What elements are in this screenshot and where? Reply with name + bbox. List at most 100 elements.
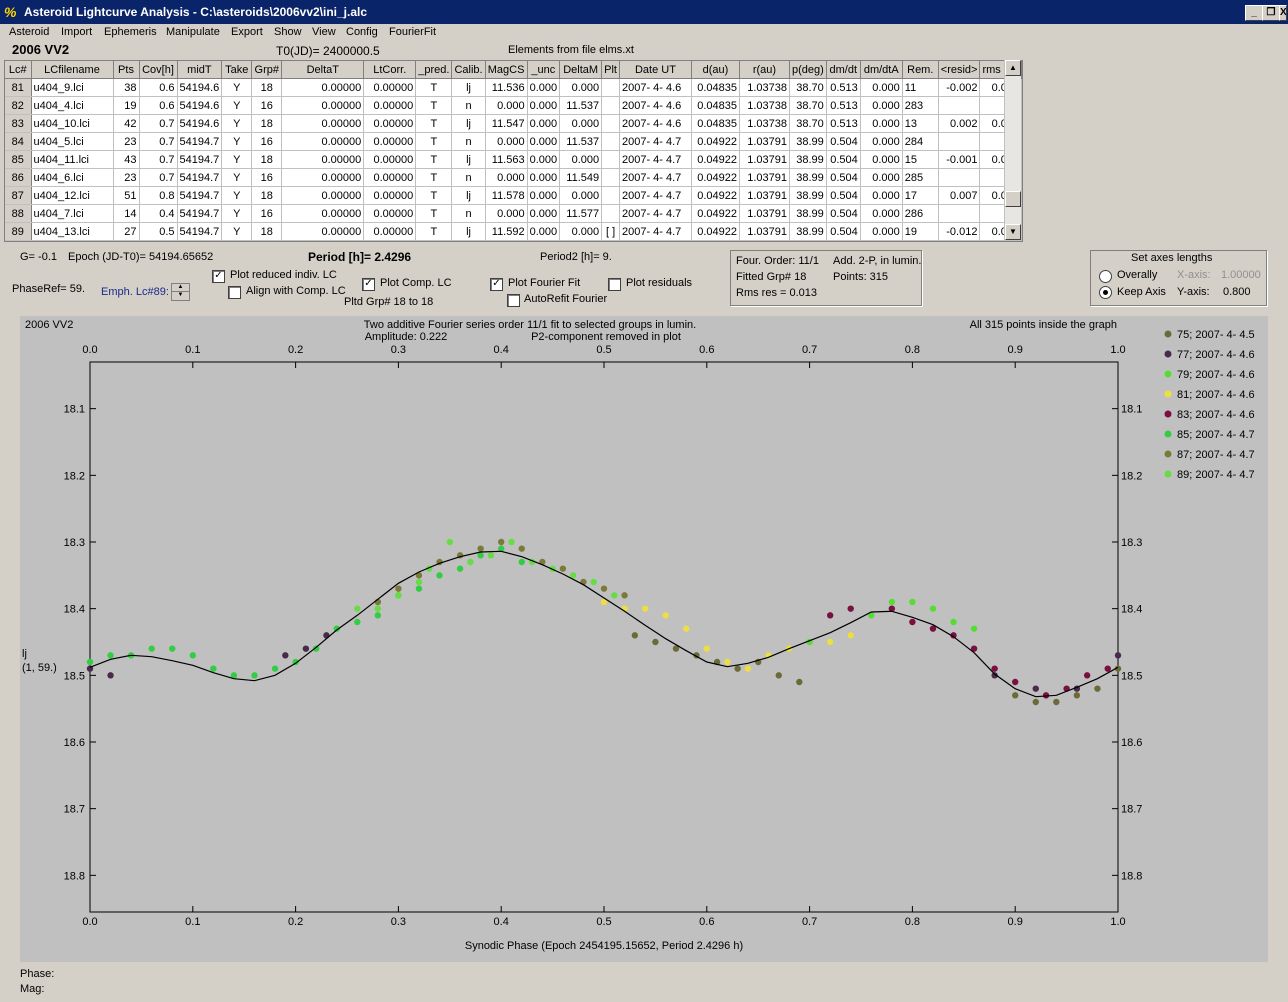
table-cell[interactable]: 0.504 <box>826 150 861 169</box>
plot-reduced-checkbox[interactable]: ✓ <box>212 270 225 283</box>
scroll-thumb[interactable] <box>1005 191 1021 207</box>
table-cell[interactable]: 18 <box>251 222 283 241</box>
row-header[interactable]: 81 <box>5 78 32 97</box>
table-cell[interactable]: 0.000 <box>559 186 603 205</box>
table-cell[interactable]: T <box>415 150 453 169</box>
table-cell[interactable]: -0.001 <box>938 150 981 169</box>
table-cell[interactable]: n <box>451 96 486 115</box>
table-cell[interactable]: T <box>415 114 453 133</box>
table-cell[interactable]: 0.000 <box>559 150 603 169</box>
table-cell[interactable]: 38.70 <box>789 78 827 97</box>
table-cell[interactable]: 13 <box>902 114 939 133</box>
table-cell[interactable] <box>601 168 620 187</box>
menu-fourierfit[interactable]: FourierFit <box>389 26 436 38</box>
table-cell[interactable]: 0.00000 <box>281 186 365 205</box>
table-cell[interactable]: 11.563 <box>485 150 528 169</box>
table-cell[interactable]: 51 <box>113 186 140 205</box>
table-cell[interactable]: 0.00000 <box>281 114 365 133</box>
table-cell[interactable]: 11.578 <box>485 186 528 205</box>
table-cell[interactable]: 11.547 <box>485 114 528 133</box>
table-cell[interactable]: 0.000 <box>527 222 561 241</box>
table-cell[interactable]: 54194.7 <box>177 168 223 187</box>
table-cell[interactable]: 0.000 <box>860 78 903 97</box>
table-cell[interactable]: 0.000 <box>860 186 903 205</box>
table-cell[interactable]: Y <box>221 186 253 205</box>
table-row[interactable]: 87 u404_12.lci 51 0.8 54194.7 Y 18 0.00000 0.000… <box>5 186 1023 205</box>
column-header[interactable]: LtCorr. <box>363 61 417 79</box>
table-cell[interactable]: Y <box>221 204 253 223</box>
spinner-down-icon[interactable]: ▼ <box>172 292 189 299</box>
table-cell[interactable]: 1.03791 <box>739 222 790 241</box>
table-cell[interactable]: 1.03791 <box>739 132 790 151</box>
column-header[interactable]: Date UT <box>619 61 692 79</box>
column-header[interactable]: d(au) <box>691 61 740 79</box>
table-cell[interactable]: 0.000 <box>527 204 561 223</box>
menu-show[interactable]: Show <box>274 26 302 38</box>
table-cell[interactable]: T <box>415 132 453 151</box>
table-cell[interactable]: 0.00000 <box>363 222 417 241</box>
scroll-down-button[interactable]: ▼ <box>1005 224 1021 240</box>
table-cell[interactable]: 0.7 <box>139 132 178 151</box>
table-cell[interactable]: 0.6 <box>139 78 178 97</box>
table-cell[interactable]: T <box>415 96 453 115</box>
table-row[interactable]: 83 u404_10.lci 42 0.7 54194.6 Y 18 0.00000 0.000… <box>5 114 1023 133</box>
table-cell[interactable]: 17 <box>902 186 939 205</box>
table-cell[interactable]: 27 <box>113 222 140 241</box>
table-cell[interactable]: 2007- 4- 4.7 <box>619 132 692 151</box>
emph-lc-spinner[interactable]: ▲ ▼ <box>171 283 190 301</box>
table-cell[interactable]: 0.00000 <box>363 96 417 115</box>
table-cell[interactable]: 0.00000 <box>363 114 417 133</box>
column-header[interactable]: dm/dt <box>826 61 861 79</box>
table-cell[interactable] <box>601 78 620 97</box>
table-cell[interactable]: T <box>415 222 453 241</box>
table-cell[interactable]: 38.99 <box>789 168 827 187</box>
column-header[interactable]: Rem. <box>902 61 939 79</box>
table-cell[interactable]: 0.00000 <box>281 168 365 187</box>
table-row[interactable]: 82 u404_4.lci 19 0.6 54194.6 Y 16 0.00000 0.0000… <box>5 96 1023 115</box>
column-header[interactable]: Plt <box>601 61 620 79</box>
table-cell[interactable]: 0.00000 <box>363 150 417 169</box>
table-cell[interactable]: 0.04835 <box>691 114 740 133</box>
table-cell[interactable]: 0.000 <box>527 168 561 187</box>
column-header[interactable]: Pts <box>113 61 140 79</box>
menu-view[interactable]: View <box>312 26 336 38</box>
table-cell[interactable]: 18 <box>251 150 283 169</box>
table-cell[interactable]: 38.99 <box>789 204 827 223</box>
table-cell[interactable]: 1.03791 <box>739 168 790 187</box>
table-cell[interactable]: 0.00000 <box>281 150 365 169</box>
table-cell[interactable] <box>601 114 620 133</box>
table-row[interactable]: 81 u404_9.lci 38 0.6 54194.6 Y 18 0.00000 0.0000… <box>5 78 1023 97</box>
column-header[interactable]: _pred. <box>415 61 453 79</box>
lightcurve-table[interactable]: Lc# LCfilename Pts Cov[h] midT Take Grp# DeltaT… <box>4 60 1024 242</box>
lightcurve-plot[interactable]: 2006 VV2 Two additive Fourier series ord… <box>20 316 1268 962</box>
table-cell[interactable]: 38 <box>113 78 140 97</box>
table-cell[interactable]: 11.549 <box>559 168 603 187</box>
table-cell[interactable]: u404_4.lci <box>31 96 114 115</box>
table-cell[interactable]: 0.7 <box>139 114 178 133</box>
table-cell[interactable]: 16 <box>251 132 283 151</box>
menu-export[interactable]: Export <box>231 26 263 38</box>
row-header[interactable]: 87 <box>5 186 32 205</box>
table-cell[interactable]: 0.504 <box>826 168 861 187</box>
table-cell[interactable]: n <box>451 168 486 187</box>
spinner-up-icon[interactable]: ▲ <box>172 284 189 292</box>
column-header[interactable]: Cov[h] <box>139 61 178 79</box>
table-cell[interactable]: u404_11.lci <box>31 150 114 169</box>
table-cell[interactable] <box>601 204 620 223</box>
table-cell[interactable] <box>601 132 620 151</box>
table-cell[interactable]: 0.00000 <box>363 132 417 151</box>
row-header[interactable]: 89 <box>5 222 32 241</box>
table-cell[interactable]: 0.00000 <box>363 204 417 223</box>
table-cell[interactable]: 16 <box>251 204 283 223</box>
table-cell[interactable]: 0.00000 <box>281 222 365 241</box>
close-button[interactable]: X <box>1279 5 1287 21</box>
menu-manipulate[interactable]: Manipulate <box>166 26 220 38</box>
table-cell[interactable]: 19 <box>902 222 939 241</box>
table-cell[interactable] <box>938 132 981 151</box>
keep-axis-radio[interactable] <box>1099 286 1112 299</box>
table-cell[interactable]: 0.000 <box>860 222 903 241</box>
menu-import[interactable]: Import <box>61 26 92 38</box>
table-cell[interactable]: 0.000 <box>860 168 903 187</box>
table-cell[interactable]: 0.00000 <box>363 168 417 187</box>
table-cell[interactable]: u404_5.lci <box>31 132 114 151</box>
